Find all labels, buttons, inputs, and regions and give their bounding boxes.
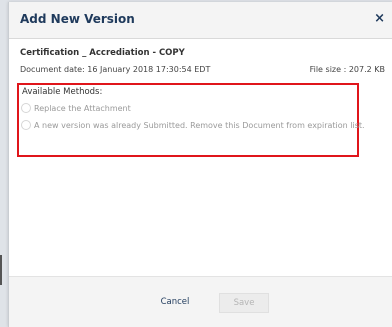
radio-remove-from-expiration[interactable] <box>21 120 31 130</box>
option-label-remove-from-expiration: A new version was already Submitted. Rem… <box>34 120 365 130</box>
save-button[interactable]: Save <box>219 293 269 313</box>
available-methods-label: Available Methods: <box>22 87 103 97</box>
dialog-title: Add New Version <box>20 12 135 26</box>
close-icon[interactable]: × <box>374 11 385 26</box>
background-edge-line <box>0 255 2 285</box>
dialog-header: Add New Version × <box>9 2 392 39</box>
option-replace-attachment[interactable]: Replace the Attachment <box>21 103 131 113</box>
radio-replace-attachment[interactable] <box>21 103 31 113</box>
cancel-button[interactable]: Cancel <box>155 293 195 311</box>
option-remove-from-expiration[interactable]: A new version was already Submitted. Rem… <box>21 120 365 130</box>
available-methods-section: Available Methods: Replace the Attachmen… <box>17 83 365 157</box>
option-label-replace-attachment: Replace the Attachment <box>34 103 131 113</box>
add-new-version-dialog: Add New Version × Certification _ Accred… <box>8 2 392 327</box>
file-size: File size : 207.2 KB <box>309 65 385 74</box>
document-date: Document date: 16 January 2018 17:30:54 … <box>20 65 211 74</box>
dialog-footer: Cancel Save <box>9 276 392 327</box>
document-name: Certification _ Accrediation - COPY <box>20 48 185 58</box>
